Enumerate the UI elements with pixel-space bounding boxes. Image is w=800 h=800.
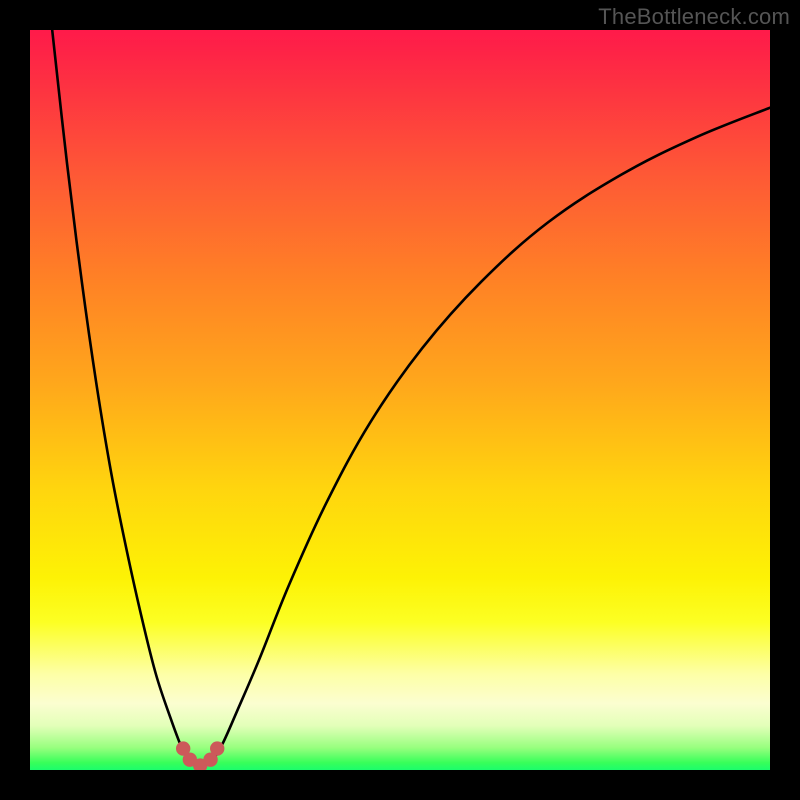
left-curve (52, 30, 189, 763)
curve-layer (30, 30, 770, 770)
minimum-marker-4 (210, 741, 224, 755)
watermark-text: TheBottleneck.com (598, 4, 790, 30)
markers-group (176, 741, 224, 770)
plot-area (30, 30, 770, 770)
chart-frame: TheBottleneck.com (0, 0, 800, 800)
right-curve (211, 108, 770, 763)
